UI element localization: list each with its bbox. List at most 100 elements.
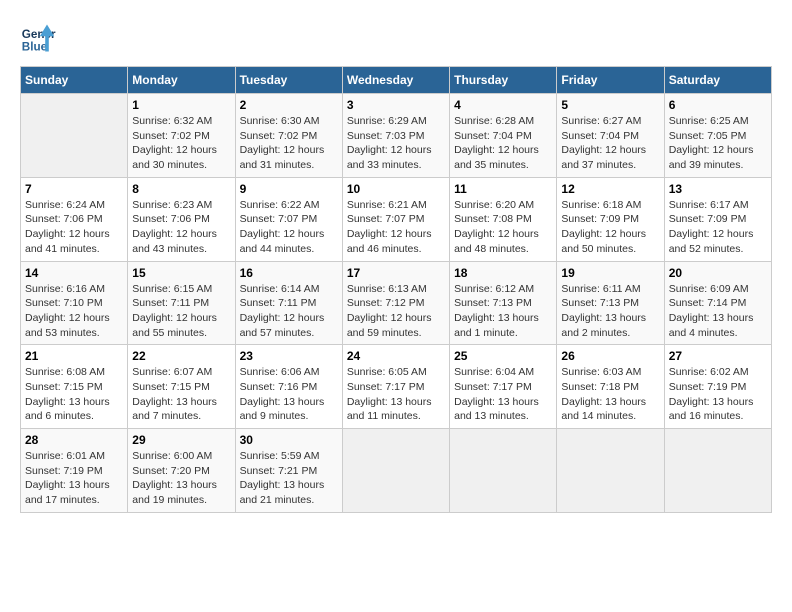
day-number: 30 <box>240 433 338 447</box>
day-info: Sunrise: 6:16 AM Sunset: 7:10 PM Dayligh… <box>25 282 123 341</box>
calendar-cell: 20 Sunrise: 6:09 AM Sunset: 7:14 PM Dayli… <box>664 261 771 345</box>
calendar-cell: 16Sunrise: 6:14 AM Sunset: 7:11 PM Dayli… <box>235 261 342 345</box>
weekday-header: Tuesday <box>235 67 342 94</box>
day-info: Sunrise: 6:01 AM Sunset: 7:19 PM Dayligh… <box>25 449 123 508</box>
day-number: 7 <box>25 182 123 196</box>
day-number: 6 <box>669 98 767 112</box>
logo: General Blue <box>20 20 60 56</box>
calendar-week-row: 28 Sunrise: 6:01 AM Sunset: 7:19 PM Dayli… <box>21 429 772 513</box>
calendar-cell: 27Sunrise: 6:02 AM Sunset: 7:19 PM Dayli… <box>664 345 771 429</box>
day-number: 22 <box>132 349 230 363</box>
calendar-cell: 13 Sunrise: 6:17 AM Sunset: 7:09 PM Dayli… <box>664 177 771 261</box>
day-number: 13 <box>669 182 767 196</box>
day-info: Sunrise: 6:00 AM Sunset: 7:20 PM Dayligh… <box>132 449 230 508</box>
calendar-cell <box>342 429 449 513</box>
calendar-cell <box>664 429 771 513</box>
day-number: 28 <box>25 433 123 447</box>
calendar-cell: 12 Sunrise: 6:18 AM Sunset: 7:09 PM Dayli… <box>557 177 664 261</box>
day-info: Sunrise: 6:20 AM Sunset: 7:08 PM Dayligh… <box>454 198 552 257</box>
day-number: 19 <box>561 266 659 280</box>
day-number: 17 <box>347 266 445 280</box>
weekday-header: Friday <box>557 67 664 94</box>
day-number: 9 <box>240 182 338 196</box>
page-header: General Blue <box>20 20 772 56</box>
day-info: Sunrise: 6:04 AM Sunset: 7:17 PM Dayligh… <box>454 365 552 424</box>
weekday-header: Monday <box>128 67 235 94</box>
day-info: Sunrise: 6:08 AM Sunset: 7:15 PM Dayligh… <box>25 365 123 424</box>
day-info: Sunrise: 6:03 AM Sunset: 7:18 PM Dayligh… <box>561 365 659 424</box>
calendar-cell: 4 Sunrise: 6:28 AM Sunset: 7:04 PM Daylig… <box>450 94 557 178</box>
day-info: Sunrise: 6:32 AM Sunset: 7:02 PM Dayligh… <box>132 114 230 173</box>
day-info: Sunrise: 6:27 AM Sunset: 7:04 PM Dayligh… <box>561 114 659 173</box>
weekday-header: Sunday <box>21 67 128 94</box>
day-number: 11 <box>454 182 552 196</box>
day-number: 24 <box>347 349 445 363</box>
calendar-cell: 7 Sunrise: 6:24 AM Sunset: 7:06 PM Daylig… <box>21 177 128 261</box>
day-number: 10 <box>347 182 445 196</box>
day-info: Sunrise: 6:30 AM Sunset: 7:02 PM Dayligh… <box>240 114 338 173</box>
day-info: Sunrise: 6:18 AM Sunset: 7:09 PM Dayligh… <box>561 198 659 257</box>
calendar-week-row: 21Sunrise: 6:08 AM Sunset: 7:15 PM Dayli… <box>21 345 772 429</box>
day-info: Sunrise: 6:15 AM Sunset: 7:11 PM Dayligh… <box>132 282 230 341</box>
calendar-cell: 1 Sunrise: 6:32 AM Sunset: 7:02 PM Daylig… <box>128 94 235 178</box>
day-number: 29 <box>132 433 230 447</box>
calendar-cell: 11 Sunrise: 6:20 AM Sunset: 7:08 PM Dayli… <box>450 177 557 261</box>
calendar-cell: 26 Sunrise: 6:03 AM Sunset: 7:18 PM Dayli… <box>557 345 664 429</box>
day-number: 16 <box>240 266 338 280</box>
day-number: 4 <box>454 98 552 112</box>
calendar-week-row: 7 Sunrise: 6:24 AM Sunset: 7:06 PM Daylig… <box>21 177 772 261</box>
day-info: Sunrise: 6:29 AM Sunset: 7:03 PM Dayligh… <box>347 114 445 173</box>
day-number: 25 <box>454 349 552 363</box>
svg-text:Blue: Blue <box>22 41 48 54</box>
calendar-header: SundayMondayTuesdayWednesdayThursdayFrid… <box>21 67 772 94</box>
weekday-header: Wednesday <box>342 67 449 94</box>
day-number: 5 <box>561 98 659 112</box>
day-info: Sunrise: 6:13 AM Sunset: 7:12 PM Dayligh… <box>347 282 445 341</box>
calendar-cell <box>21 94 128 178</box>
calendar-body: 1 Sunrise: 6:32 AM Sunset: 7:02 PM Daylig… <box>21 94 772 513</box>
day-number: 8 <box>132 182 230 196</box>
day-number: 26 <box>561 349 659 363</box>
day-info: Sunrise: 6:25 AM Sunset: 7:05 PM Dayligh… <box>669 114 767 173</box>
day-info: Sunrise: 6:22 AM Sunset: 7:07 PM Dayligh… <box>240 198 338 257</box>
day-number: 12 <box>561 182 659 196</box>
day-number: 20 <box>669 266 767 280</box>
day-info: Sunrise: 6:17 AM Sunset: 7:09 PM Dayligh… <box>669 198 767 257</box>
calendar-cell: 17 Sunrise: 6:13 AM Sunset: 7:12 PM Dayli… <box>342 261 449 345</box>
day-info: Sunrise: 6:24 AM Sunset: 7:06 PM Dayligh… <box>25 198 123 257</box>
calendar-cell: 22 Sunrise: 6:07 AM Sunset: 7:15 PM Dayli… <box>128 345 235 429</box>
day-info: Sunrise: 6:21 AM Sunset: 7:07 PM Dayligh… <box>347 198 445 257</box>
day-info: Sunrise: 6:28 AM Sunset: 7:04 PM Dayligh… <box>454 114 552 173</box>
calendar-week-row: 1 Sunrise: 6:32 AM Sunset: 7:02 PM Daylig… <box>21 94 772 178</box>
calendar-cell: 24Sunrise: 6:05 AM Sunset: 7:17 PM Dayli… <box>342 345 449 429</box>
calendar-week-row: 14Sunrise: 6:16 AM Sunset: 7:10 PM Dayli… <box>21 261 772 345</box>
weekday-header-row: SundayMondayTuesdayWednesdayThursdayFrid… <box>21 67 772 94</box>
day-info: Sunrise: 5:59 AM Sunset: 7:21 PM Dayligh… <box>240 449 338 508</box>
calendar-cell: 15 Sunrise: 6:15 AM Sunset: 7:11 PM Dayli… <box>128 261 235 345</box>
day-info: Sunrise: 6:06 AM Sunset: 7:16 PM Dayligh… <box>240 365 338 424</box>
calendar-cell: 6 Sunrise: 6:25 AM Sunset: 7:05 PM Daylig… <box>664 94 771 178</box>
day-info: Sunrise: 6:23 AM Sunset: 7:06 PM Dayligh… <box>132 198 230 257</box>
calendar-cell: 3Sunrise: 6:29 AM Sunset: 7:03 PM Daylig… <box>342 94 449 178</box>
day-number: 27 <box>669 349 767 363</box>
weekday-header: Thursday <box>450 67 557 94</box>
calendar-cell <box>450 429 557 513</box>
day-number: 1 <box>132 98 230 112</box>
day-number: 15 <box>132 266 230 280</box>
calendar-cell: 10 Sunrise: 6:21 AM Sunset: 7:07 PM Dayli… <box>342 177 449 261</box>
day-info: Sunrise: 6:12 AM Sunset: 7:13 PM Dayligh… <box>454 282 552 341</box>
calendar-cell: 14Sunrise: 6:16 AM Sunset: 7:10 PM Dayli… <box>21 261 128 345</box>
calendar-cell: 2 Sunrise: 6:30 AM Sunset: 7:02 PM Daylig… <box>235 94 342 178</box>
calendar-table: SundayMondayTuesdayWednesdayThursdayFrid… <box>20 66 772 513</box>
day-info: Sunrise: 6:09 AM Sunset: 7:14 PM Dayligh… <box>669 282 767 341</box>
calendar-cell: 9 Sunrise: 6:22 AM Sunset: 7:07 PM Daylig… <box>235 177 342 261</box>
calendar-cell: 30 Sunrise: 5:59 AM Sunset: 7:21 PM Dayli… <box>235 429 342 513</box>
day-info: Sunrise: 6:07 AM Sunset: 7:15 PM Dayligh… <box>132 365 230 424</box>
calendar-cell: 5 Sunrise: 6:27 AM Sunset: 7:04 PM Daylig… <box>557 94 664 178</box>
calendar-cell: 29 Sunrise: 6:00 AM Sunset: 7:20 PM Dayli… <box>128 429 235 513</box>
calendar-cell: 25 Sunrise: 6:04 AM Sunset: 7:17 PM Dayli… <box>450 345 557 429</box>
calendar-cell: 8 Sunrise: 6:23 AM Sunset: 7:06 PM Daylig… <box>128 177 235 261</box>
day-number: 2 <box>240 98 338 112</box>
calendar-cell: 18Sunrise: 6:12 AM Sunset: 7:13 PM Dayli… <box>450 261 557 345</box>
calendar-cell: 28 Sunrise: 6:01 AM Sunset: 7:19 PM Dayli… <box>21 429 128 513</box>
